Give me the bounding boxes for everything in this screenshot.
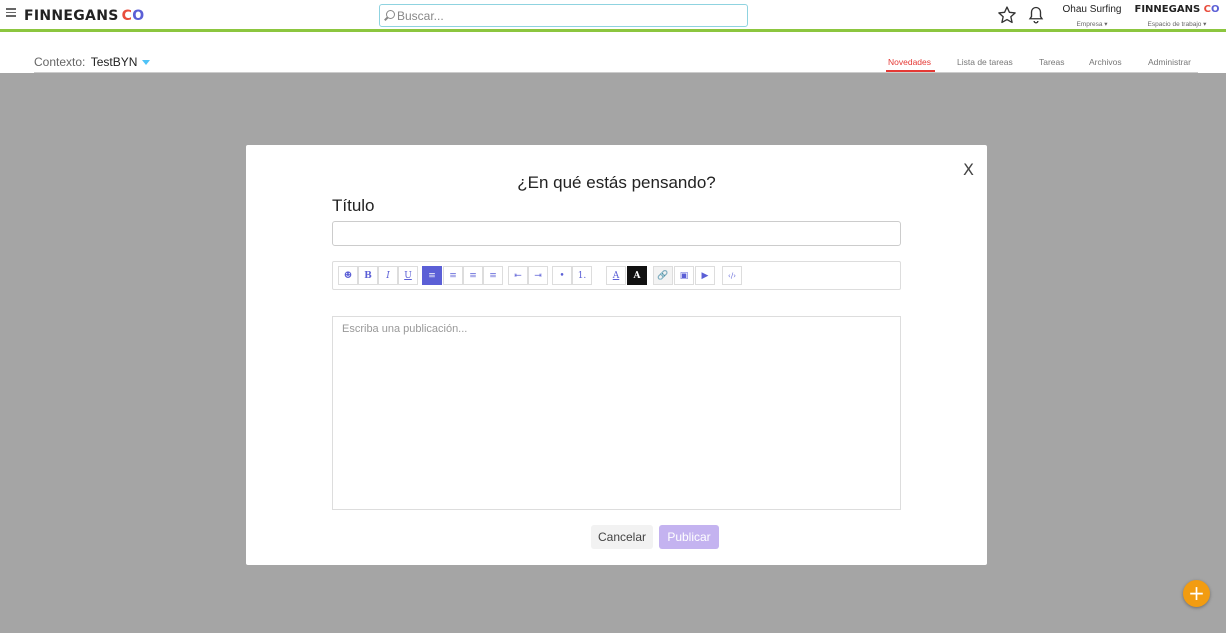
workspace-selector[interactable]: FINNEGANS CO Espacio de trabajo ▾ bbox=[1133, 4, 1221, 28]
title-field-label: Título bbox=[332, 196, 375, 215]
image-icon[interactable]: ▣ bbox=[674, 266, 694, 285]
italic-icon[interactable]: I bbox=[378, 266, 398, 285]
video-icon[interactable]: ▶ bbox=[695, 266, 715, 285]
top-bar: FINNEGANSCO Ohau Surfing Empresa ▾ FINNE… bbox=[0, 0, 1226, 32]
outdent-icon[interactable]: ⇤ bbox=[508, 266, 528, 285]
align-center-icon[interactable]: ≡ bbox=[443, 266, 463, 285]
tab-administrar[interactable]: Administrar bbox=[1148, 57, 1191, 67]
company-name: Ohau Surfing bbox=[1062, 4, 1122, 15]
context-label: Contexto: bbox=[34, 55, 86, 69]
publish-button[interactable]: Publicar bbox=[659, 525, 719, 549]
background-color-icon[interactable]: A bbox=[627, 266, 647, 285]
workspace-sub-label: Espacio de trabajo ▾ bbox=[1147, 21, 1207, 28]
chevron-down-icon bbox=[142, 60, 151, 66]
bold-icon[interactable]: B bbox=[358, 266, 378, 285]
new-post-dialog: X ¿En qué estás pensando? Título ☻ B I U… bbox=[246, 145, 987, 565]
hamburger-menu-icon[interactable] bbox=[6, 8, 16, 18]
company-sub-label: Empresa ▾ bbox=[1076, 21, 1108, 28]
cancel-button[interactable]: Cancelar bbox=[591, 525, 653, 549]
context-bar: Contexto: TestBYN bbox=[0, 35, 1226, 73]
tab-lista-de-tareas[interactable]: Lista de tareas bbox=[957, 57, 1013, 67]
search-icon bbox=[386, 10, 395, 19]
bullet-list-icon[interactable]: • bbox=[552, 266, 572, 285]
favorites-star-icon[interactable] bbox=[997, 5, 1017, 25]
align-left-icon[interactable]: ≡ bbox=[422, 266, 442, 285]
dialog-title: ¿En qué estás pensando? bbox=[517, 173, 716, 192]
context-value: TestBYN bbox=[90, 55, 138, 69]
logo-mark: CO bbox=[121, 8, 145, 24]
underline-icon[interactable]: U bbox=[398, 266, 418, 285]
numbered-list-icon[interactable]: 1. bbox=[572, 266, 592, 285]
align-justify-icon[interactable]: ≡ bbox=[483, 266, 503, 285]
add-floating-button[interactable]: + bbox=[1183, 580, 1210, 607]
title-input[interactable] bbox=[332, 221, 901, 246]
search-input[interactable] bbox=[397, 7, 737, 25]
notifications-bell-icon[interactable] bbox=[1027, 5, 1045, 25]
workspace-logo-mark: CO bbox=[1203, 4, 1220, 15]
workspace-name: FINNEGANS CO bbox=[1134, 4, 1220, 15]
text-color-icon[interactable]: A bbox=[606, 266, 626, 285]
tab-archivos[interactable]: Archivos bbox=[1089, 57, 1122, 67]
app-logo[interactable]: FINNEGANS CO bbox=[24, 8, 144, 24]
link-icon[interactable]: 🔗 bbox=[653, 266, 673, 285]
indent-icon[interactable]: ⇥ bbox=[528, 266, 548, 285]
editor-placeholder: Escriba una publicación... bbox=[342, 323, 468, 335]
tab-tareas[interactable]: Tareas bbox=[1039, 57, 1065, 67]
code-icon[interactable]: ‹/› bbox=[722, 266, 742, 285]
company-selector[interactable]: Ohau Surfing Empresa ▾ bbox=[1058, 4, 1126, 28]
align-right-icon[interactable]: ≡ bbox=[463, 266, 483, 285]
context-selector[interactable]: Contexto: TestBYN bbox=[34, 55, 151, 69]
post-editor[interactable]: Escriba una publicación... bbox=[332, 316, 901, 510]
emoji-icon[interactable]: ☻ bbox=[338, 266, 358, 285]
editor-toolbar: ☻ B I U ≡ ≡ ≡ ≡ ⇤ ⇥ • 1. A A 🔗 ▣ ▶ ‹/› bbox=[332, 261, 901, 290]
tab-novedades[interactable]: Novedades bbox=[888, 57, 931, 67]
search-box[interactable] bbox=[379, 4, 748, 27]
